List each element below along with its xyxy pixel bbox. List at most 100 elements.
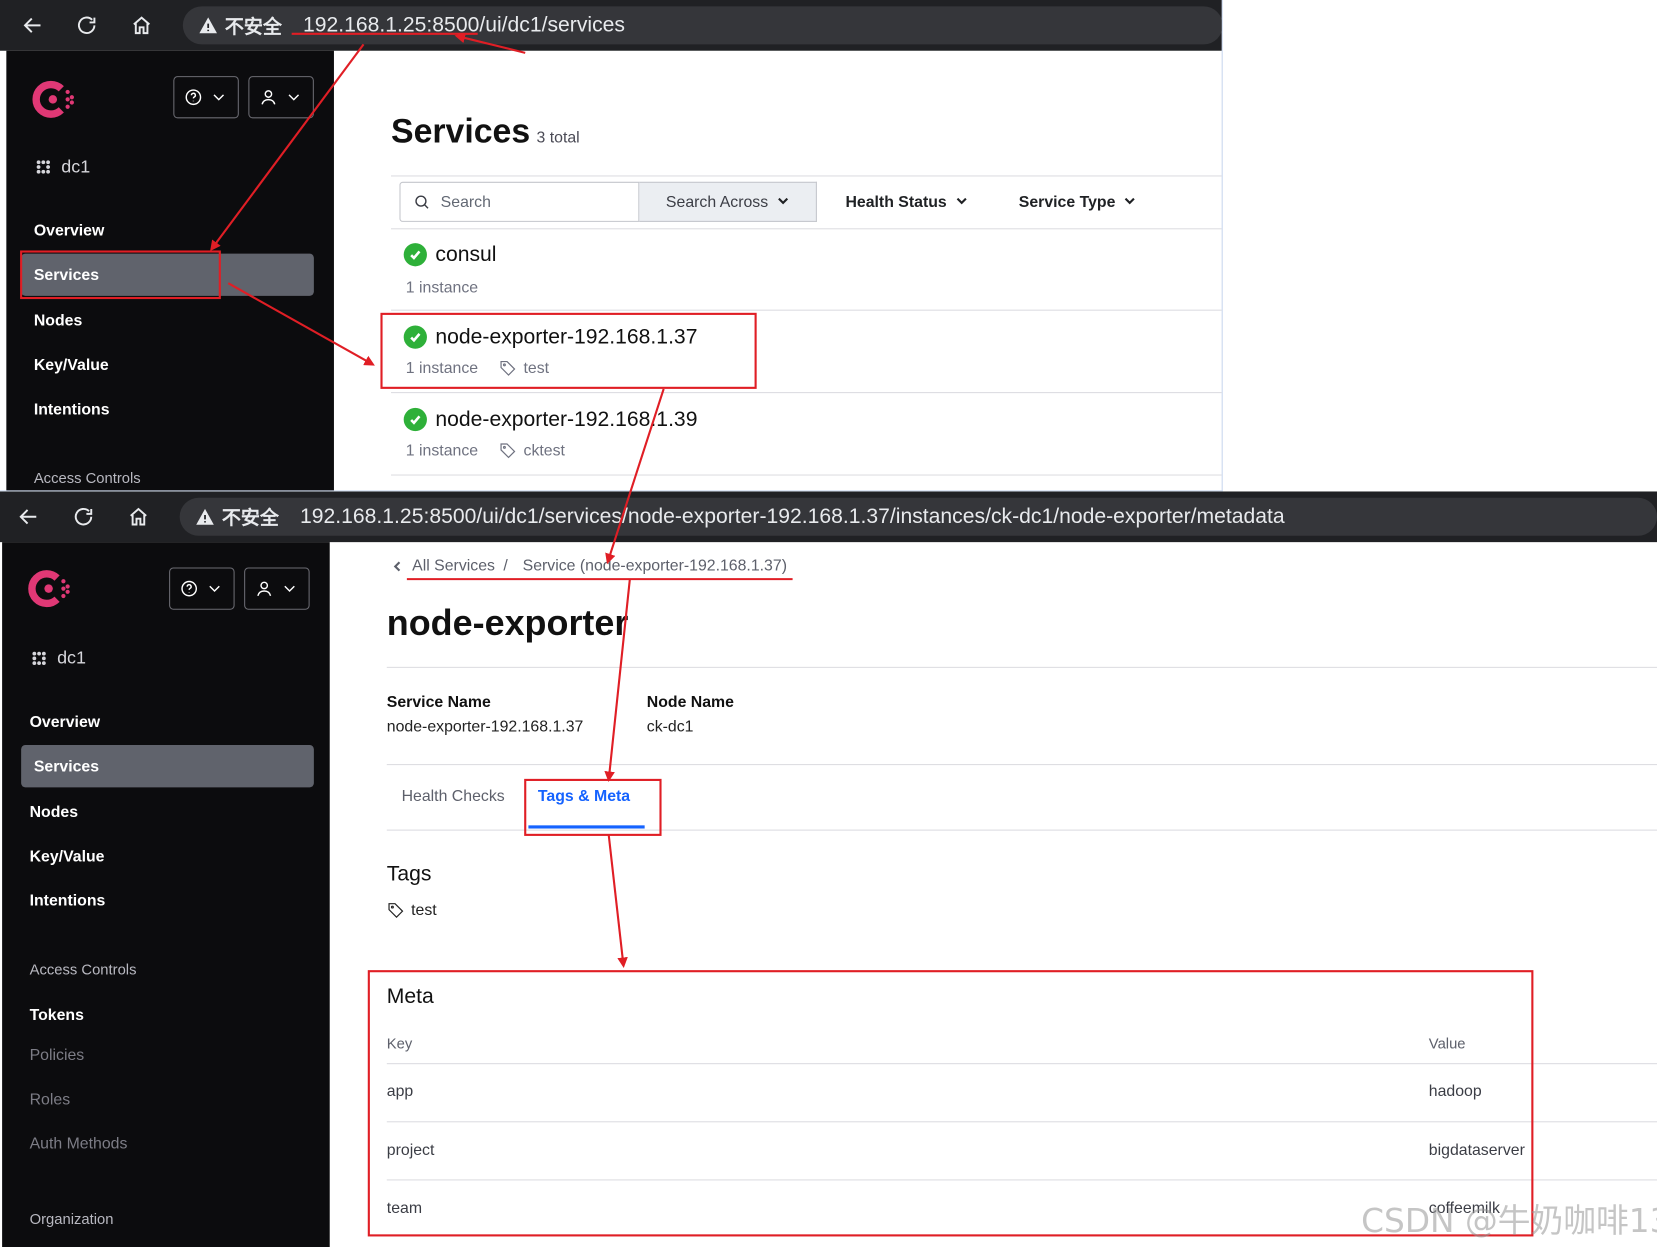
- chevron-down-icon: [1124, 193, 1137, 211]
- divider: [386, 1063, 1657, 1065]
- sidebar-section-organization: Organization: [29, 1210, 114, 1227]
- help-icon: [185, 89, 202, 106]
- datacenter-name: dc1: [61, 156, 91, 177]
- back-icon[interactable]: [19, 12, 46, 39]
- meta-key: app: [386, 1082, 414, 1101]
- breadcrumb-service[interactable]: Service (node-exporter-192.168.1.37): [523, 557, 787, 575]
- user-menu-button[interactable]: [244, 567, 310, 610]
- sidebar-item-overview[interactable]: Overview: [17, 701, 310, 743]
- chevron-left-icon: [393, 560, 401, 571]
- divider: [386, 1121, 1657, 1123]
- meta-value: hadoop: [1428, 1082, 1482, 1101]
- help-menu-button[interactable]: [169, 567, 235, 610]
- breadcrumb-all-services[interactable]: All Services: [412, 557, 495, 575]
- tag-icon: [500, 443, 516, 459]
- sidebar-item-auth-methods[interactable]: Auth Methods: [30, 1135, 128, 1153]
- watermark: CSDN @牛奶咖啡13: [1361, 1202, 1657, 1241]
- sidebar-item-tokens[interactable]: Tokens: [17, 993, 310, 1035]
- datacenter-icon: [32, 651, 46, 666]
- address-bar[interactable]: 不安全 192.168.1.25:8500/ui/dc1/services/no…: [179, 497, 1657, 536]
- url-text: 192.168.1.25:8500/ui/dc1/services/node-e…: [300, 504, 1285, 528]
- service-count: 3 total: [536, 128, 580, 147]
- sidebar-item-roles[interactable]: Roles: [30, 1091, 71, 1109]
- user-menu-button[interactable]: [248, 76, 314, 119]
- consul-logo[interactable]: [25, 565, 71, 617]
- service-row-consul[interactable]: consul 1 instance: [391, 228, 1222, 311]
- sidebar-item-services[interactable]: Services: [21, 745, 314, 788]
- sidebar-item-overview[interactable]: Overview: [21, 209, 314, 251]
- instance-count: 1 instance: [405, 278, 479, 297]
- service-name[interactable]: node-exporter-192.168.1.39: [435, 408, 697, 432]
- node-name-value[interactable]: ck-dc1: [647, 718, 694, 736]
- sidebar-section-access-controls: Access Controls: [29, 960, 137, 978]
- instance-tag: test: [387, 901, 437, 919]
- sidebar-item-policies[interactable]: Policies: [30, 1046, 85, 1064]
- tab-tags-meta[interactable]: Tags & Meta: [538, 787, 630, 805]
- service-type-label: Service Type: [1018, 192, 1116, 211]
- screenshot-content: 不安全 192.168.1.25:8500/ui/dc1/services dc…: [0, 0, 1657, 1247]
- service-row-node-exporter-37[interactable]: node-exporter-192.168.1.37 1 instance te…: [391, 311, 1222, 394]
- node-name-label: Node Name: [646, 693, 734, 712]
- datacenter-selector[interactable]: dc1: [34, 156, 90, 177]
- search-icon: [415, 195, 429, 209]
- instance-detail-window: 不安全 192.168.1.25:8500/ui/dc1/services/no…: [0, 491, 1657, 1247]
- datacenter-selector[interactable]: dc1: [30, 648, 86, 669]
- page-title: Services 3 total: [391, 112, 580, 151]
- meta-value: bigdataserver: [1428, 1141, 1525, 1160]
- search-input[interactable]: Search: [399, 181, 640, 222]
- tag-label: cktest: [523, 441, 565, 460]
- security-warning[interactable]: 不安全: [194, 503, 279, 530]
- divider: [386, 1179, 1657, 1181]
- address-bar[interactable]: 不安全 192.168.1.25:8500/ui/dc1/services: [182, 6, 1222, 45]
- reload-icon[interactable]: [70, 503, 97, 530]
- consul-logo-icon: [32, 80, 74, 118]
- instance-count: 1 instance: [405, 441, 479, 460]
- service-tag: cktest: [499, 442, 565, 460]
- active-tab-indicator: [528, 825, 645, 829]
- consul-logo[interactable]: [30, 76, 76, 128]
- service-meta: 1 instance cktest: [406, 442, 565, 460]
- security-label: 不安全: [224, 15, 282, 37]
- tab-health-checks[interactable]: Health Checks: [402, 787, 505, 805]
- sidebar-item-intentions[interactable]: Intentions: [17, 879, 310, 921]
- sidebar-item-nodes[interactable]: Nodes: [21, 299, 314, 341]
- service-name[interactable]: consul: [435, 243, 496, 267]
- home-icon[interactable]: [125, 503, 152, 530]
- chevron-down-icon: [955, 193, 968, 211]
- sidebar-item-nodes[interactable]: Nodes: [17, 790, 310, 832]
- chevron-down-icon: [284, 585, 295, 593]
- meta-value-header: Value: [1428, 1034, 1466, 1052]
- service-row-node-exporter-39[interactable]: node-exporter-192.168.1.39 1 instance ck…: [391, 393, 1222, 476]
- help-menu-button[interactable]: [173, 76, 239, 119]
- search-across-dropdown[interactable]: Search Across: [639, 181, 817, 222]
- service-tag: test: [499, 359, 549, 377]
- back-icon[interactable]: [15, 503, 42, 530]
- user-icon: [257, 581, 272, 596]
- browser-toolbar: 不安全 192.168.1.25:8500/ui/dc1/services: [0, 0, 1222, 51]
- service-name[interactable]: node-exporter-192.168.1.37: [435, 325, 697, 349]
- search-placeholder: Search: [440, 192, 491, 211]
- breadcrumb: All Services / Service (node-exporter-19…: [391, 557, 787, 575]
- service-meta: 1 instance test: [406, 359, 549, 377]
- sidebar-item-services[interactable]: Services: [21, 253, 314, 296]
- sidebar-item-key-value[interactable]: Key/Value: [17, 835, 310, 877]
- health-status-filter[interactable]: Health Status: [845, 182, 967, 222]
- security-warning[interactable]: 不安全: [197, 12, 282, 39]
- reload-icon[interactable]: [74, 12, 101, 39]
- consul-logo-icon: [28, 570, 70, 608]
- browser-toolbar: 不安全 192.168.1.25:8500/ui/dc1/services/no…: [0, 491, 1657, 543]
- sidebar: dc1 Overview Services Nodes Key/Value In…: [2, 542, 330, 1247]
- health-status-label: Health Status: [845, 192, 947, 211]
- tag-label: test: [411, 901, 437, 920]
- search-across-label: Search Across: [665, 192, 769, 211]
- passing-check-icon: [403, 243, 427, 267]
- sidebar-item-key-value[interactable]: Key/Value: [21, 343, 314, 385]
- service-type-filter[interactable]: Service Type: [1019, 182, 1137, 222]
- home-icon[interactable]: [128, 12, 155, 39]
- sidebar-section-access-controls: Access Controls: [33, 469, 141, 487]
- service-name-value: node-exporter-192.168.1.37: [386, 717, 584, 736]
- help-icon: [181, 580, 198, 597]
- meta-key-header: Key: [386, 1034, 413, 1052]
- sidebar-item-intentions[interactable]: Intentions: [21, 388, 314, 430]
- meta-section-title: Meta: [386, 984, 434, 1009]
